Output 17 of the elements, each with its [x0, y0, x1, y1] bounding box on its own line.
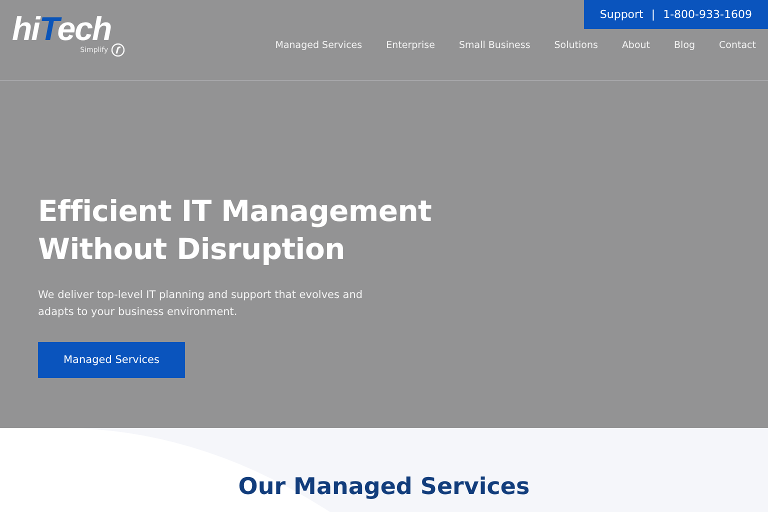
nav-link[interactable]: Enterprise	[374, 40, 447, 51]
nav-link[interactable]: Small Business	[446, 40, 542, 51]
phone-link[interactable]: 1-800-933-1609	[663, 8, 752, 21]
managed-services-button[interactable]: Managed Services	[38, 342, 185, 378]
hero-text: We deliver top-level IT planning and support that evolves and adapts to your business environment.	[38, 288, 364, 320]
separator: |	[651, 8, 656, 21]
support-bar[interactable]: Support | 1-800-933-1609	[584, 0, 768, 29]
hero-title: Efficient IT Management Without Disruption	[38, 193, 433, 268]
nav-link[interactable]: Contact	[707, 40, 756, 51]
support-link[interactable]: Support	[600, 8, 644, 21]
logo-icon	[111, 43, 126, 57]
nav-link[interactable]: Solutions	[542, 40, 610, 51]
nav-link[interactable]: Blog	[662, 40, 708, 51]
section-title: Our Managed Services	[238, 474, 530, 500]
nav-link[interactable]: About	[610, 40, 662, 51]
nav-link[interactable]: Managed Services	[263, 40, 374, 51]
logo[interactable]: hiTech	[12, 14, 112, 44]
